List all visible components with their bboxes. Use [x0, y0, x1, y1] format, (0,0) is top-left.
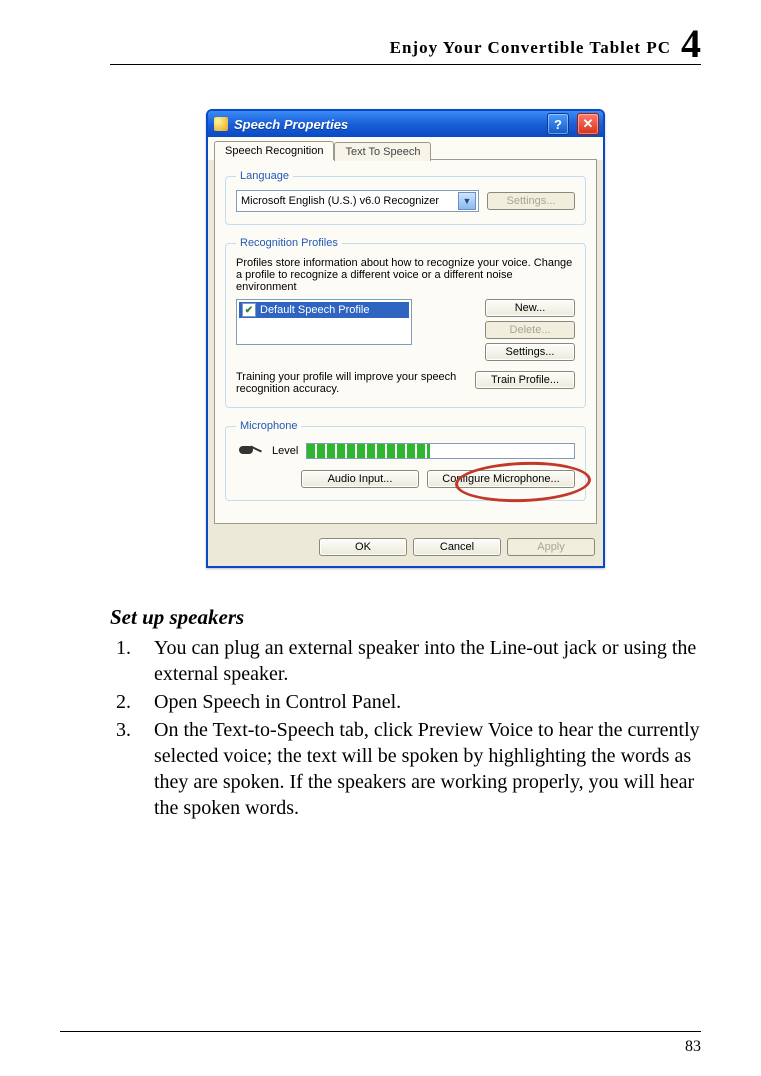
header-rule [110, 64, 701, 65]
titlebar: Speech Properties ? ✕ [208, 111, 603, 137]
train-profile-button[interactable]: Train Profile... [475, 371, 575, 389]
configure-microphone-button[interactable]: Configure Microphone... [427, 470, 575, 488]
chapter-number: 4 [681, 24, 701, 64]
tab-text-to-speech[interactable]: Text To Speech [334, 142, 431, 161]
profile-listbox[interactable]: ✔ Default Speech Profile [236, 299, 412, 345]
training-description: Training your profile will improve your … [236, 371, 467, 395]
ok-button[interactable]: OK [319, 538, 407, 556]
step-3: On the Text-to-Speech tab, click Preview… [136, 717, 701, 821]
language-combo[interactable]: Microsoft English (U.S.) v6.0 Recognizer… [236, 190, 479, 212]
profiles-legend: Recognition Profiles [236, 237, 342, 249]
tab-panel: Language Microsoft English (U.S.) v6.0 R… [214, 159, 597, 524]
language-settings-button: Settings... [487, 192, 575, 210]
checkbox-icon: ✔ [242, 303, 256, 317]
tab-speech-recognition[interactable]: Speech Recognition [214, 141, 334, 160]
speech-properties-dialog: Speech Properties ? ✕ Speech Recognition… [206, 109, 605, 568]
close-button[interactable]: ✕ [577, 113, 599, 135]
app-icon [214, 117, 228, 131]
step-1: You can plug an external speaker into th… [136, 635, 701, 687]
delete-profile-button: Delete... [485, 321, 575, 339]
page-header-title: Enjoy Your Convertible Tablet PC [390, 38, 671, 58]
mic-level-meter [306, 443, 575, 459]
mic-level-fill [307, 444, 430, 458]
page-number: 83 [60, 1032, 701, 1056]
help-button[interactable]: ? [547, 113, 569, 135]
profile-item-default[interactable]: ✔ Default Speech Profile [239, 302, 409, 318]
tabstrip: Speech Recognition Text To Speech [208, 137, 603, 160]
recognition-profiles-group: Recognition Profiles Profiles store info… [225, 237, 586, 408]
profile-settings-button[interactable]: Settings... [485, 343, 575, 361]
dialog-title: Speech Properties [234, 117, 539, 132]
chevron-down-icon[interactable]: ▼ [458, 192, 476, 210]
level-label: Level [272, 445, 298, 457]
section-heading: Set up speakers [110, 604, 701, 631]
step-2: Open Speech in Control Panel. [136, 689, 701, 715]
new-profile-button[interactable]: New... [485, 299, 575, 317]
microphone-legend: Microphone [236, 420, 301, 432]
language-combo-value: Microsoft English (U.S.) v6.0 Recognizer [241, 195, 439, 207]
audio-input-button[interactable]: Audio Input... [301, 470, 419, 488]
language-legend: Language [236, 170, 293, 182]
microphone-group: Microphone Level Audio Input... Configur… [225, 420, 586, 501]
language-group: Language Microsoft English (U.S.) v6.0 R… [225, 170, 586, 225]
apply-button: Apply [507, 538, 595, 556]
profiles-description: Profiles store information about how to … [236, 257, 575, 293]
microphone-icon [236, 440, 264, 462]
profile-item-label: Default Speech Profile [260, 304, 369, 316]
cancel-button[interactable]: Cancel [413, 538, 501, 556]
dialog-action-row: OK Cancel Apply [208, 530, 603, 566]
steps-list: You can plug an external speaker into th… [110, 635, 701, 821]
